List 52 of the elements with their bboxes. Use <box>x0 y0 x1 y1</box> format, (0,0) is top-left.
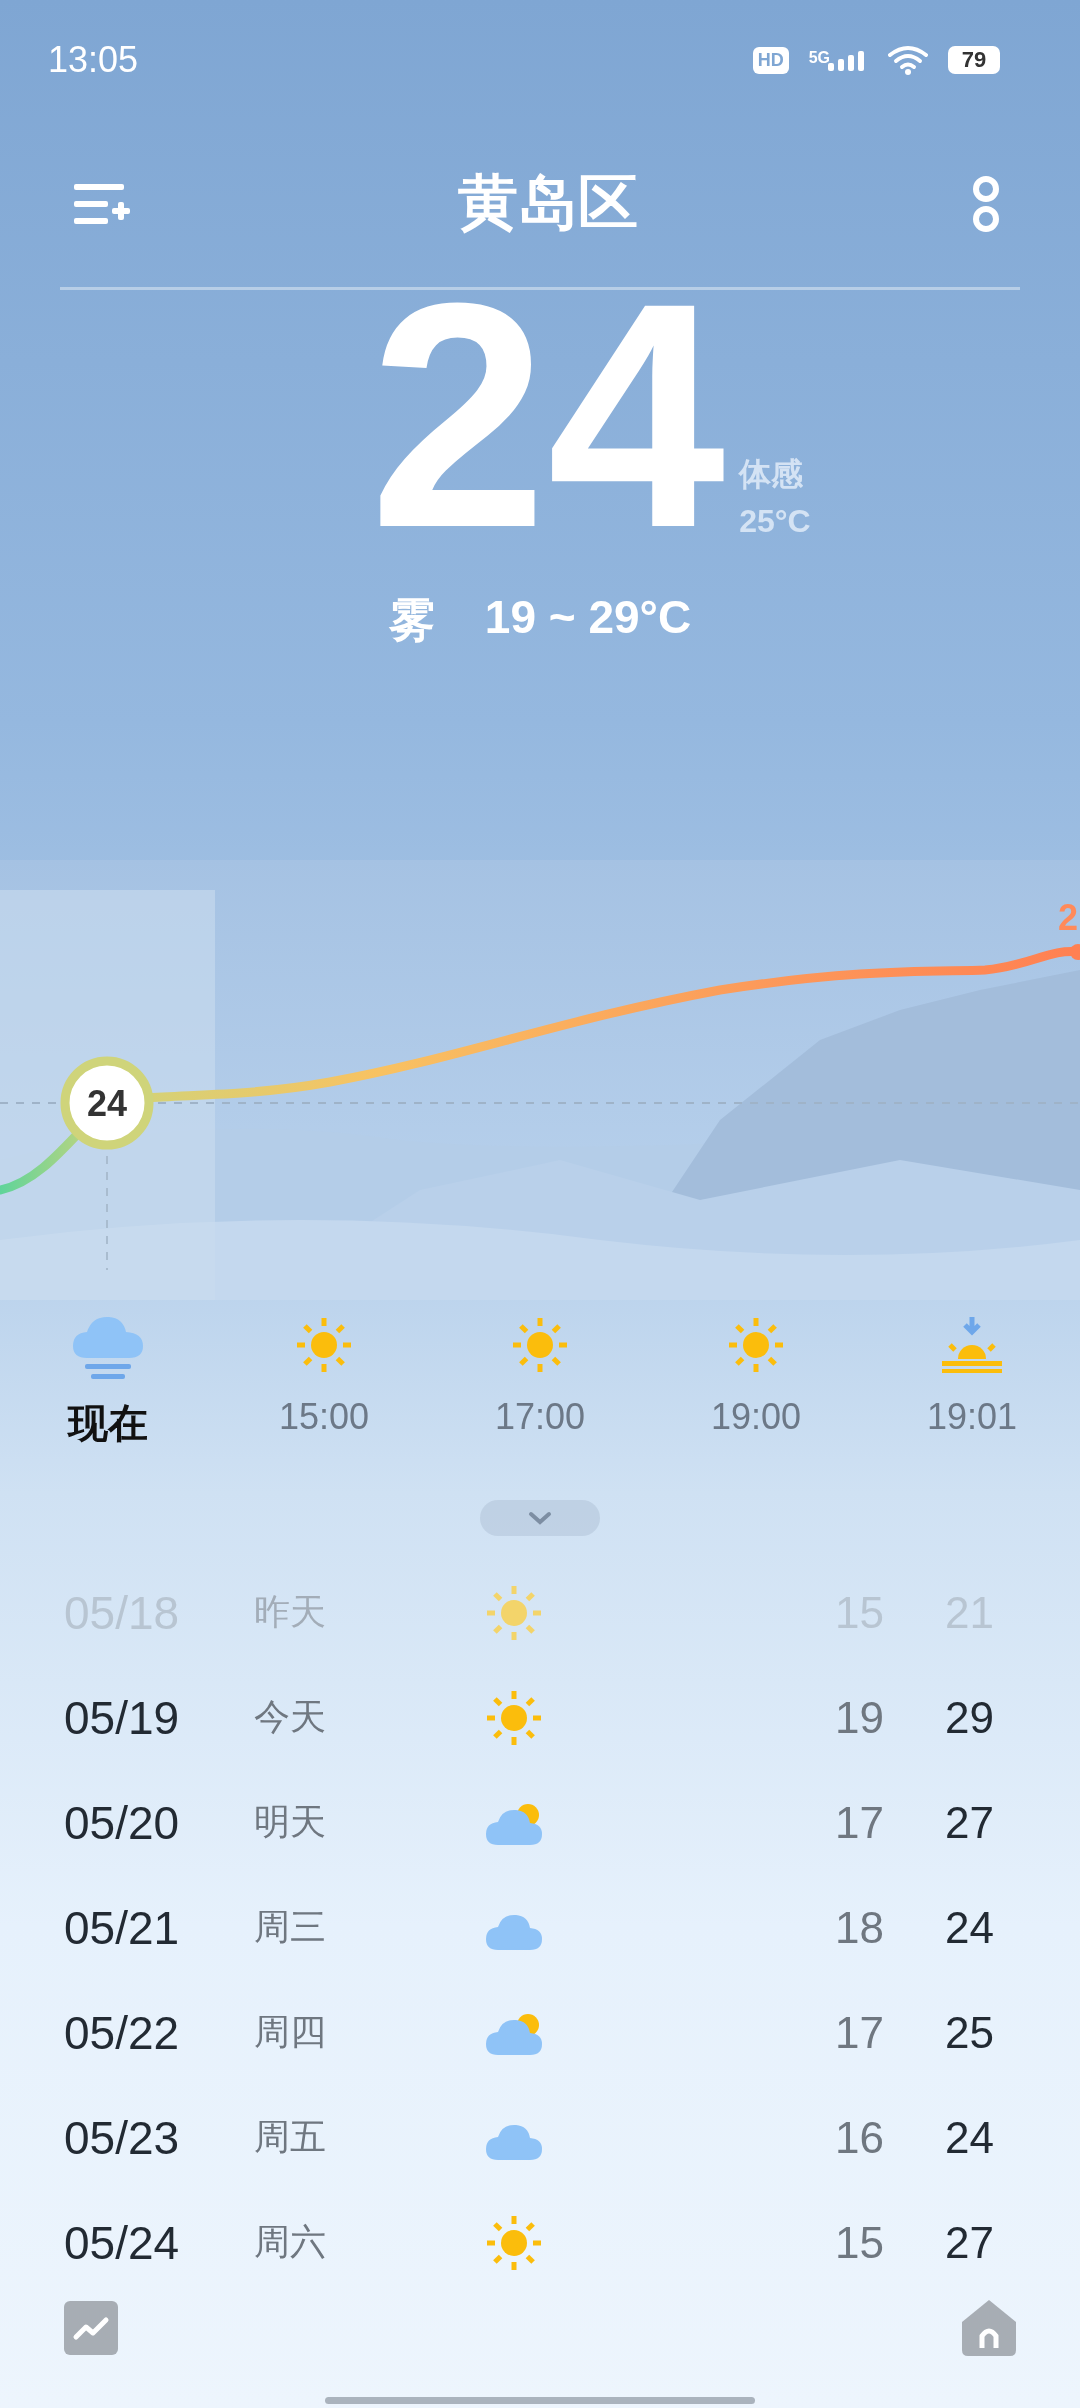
feels-like-value: 25°C <box>739 503 811 540</box>
sun-icon <box>510 1315 570 1375</box>
temperature-label: 2 <box>1058 897 1079 938</box>
date-label: 05/19 <box>64 1690 181 1745</box>
feels-like-label: 体感 <box>739 455 805 494</box>
high-temperature: 27 <box>944 2217 994 2268</box>
hour-label[interactable]: 17:00 <box>494 1396 586 1438</box>
day-label: 昨天 <box>254 1590 327 1634</box>
high-temperature: 25 <box>944 2007 994 2058</box>
home-icon[interactable] <box>962 2300 1016 2356</box>
expand-button[interactable] <box>480 1500 600 1536</box>
low-temperature: 17 <box>834 1797 884 1848</box>
chevron-icon <box>528 1511 552 1525</box>
date-label: 05/21 <box>64 1900 181 1955</box>
sunset-icon <box>940 1315 1004 1375</box>
high-temperature: 29 <box>944 1692 994 1743</box>
add-city-icon[interactable] <box>74 181 130 226</box>
current-temperature: 24 <box>369 290 726 540</box>
hour-label[interactable]: 现在 <box>68 1396 148 1451</box>
low-temperature: 17 <box>834 2007 884 2058</box>
city-title: 黄岛区 <box>458 168 638 238</box>
trend-chart-icon[interactable] <box>64 2301 118 2355</box>
high-temperature: 24 <box>944 1902 994 1953</box>
day-label: 周四 <box>254 2010 327 2054</box>
high-temperature: 27 <box>944 1797 994 1848</box>
low-temperature: 15 <box>834 2217 884 2268</box>
day-label: 周五 <box>254 2115 327 2159</box>
battery-icon: 79 <box>948 46 1000 74</box>
day-label: 周三 <box>254 1905 327 1949</box>
day-label: 周六 <box>254 2220 327 2264</box>
day-label: 今天 <box>254 1695 327 1739</box>
high-temperature: 24 <box>944 2112 994 2163</box>
hd-badge: HD <box>752 46 789 74</box>
day-label: 明天 <box>254 1800 327 1844</box>
hour-label[interactable]: 19:00 <box>710 1396 802 1438</box>
date-label: 05/24 <box>64 2215 181 2270</box>
status-time: 13:05 <box>48 39 139 81</box>
temperature-range: 19 ~ 29°C <box>484 590 692 645</box>
sun-icon <box>294 1315 354 1375</box>
weather-condition: 雾 <box>388 593 435 648</box>
curve-end-point <box>1070 944 1080 960</box>
date-label: 05/20 <box>64 1795 181 1850</box>
hour-label[interactable]: 19:01 <box>926 1396 1018 1438</box>
low-temperature: 16 <box>834 2112 884 2163</box>
low-temperature: 19 <box>834 1692 884 1743</box>
hour-label[interactable]: 15:00 <box>278 1396 370 1438</box>
current-temperature-label: 24 <box>87 1083 127 1124</box>
low-temperature: 18 <box>834 1902 884 1953</box>
date-label: 05/23 <box>64 2110 181 2165</box>
wifi-icon <box>888 45 928 75</box>
sun-icon <box>726 1315 786 1375</box>
date-label: 05/22 <box>64 2005 181 2060</box>
